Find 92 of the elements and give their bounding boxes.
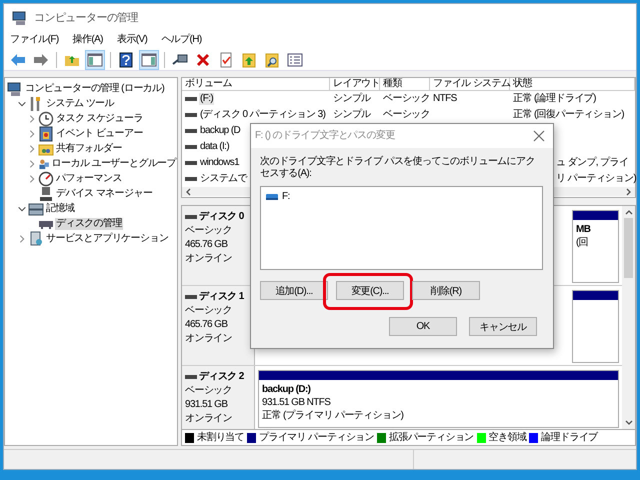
tree-item[interactable]: ローカル ユーザーとグループ	[50, 158, 177, 170]
close-icon[interactable]	[533, 130, 545, 142]
table-cell-text: シンプル	[332, 93, 372, 105]
computer-icon	[7, 80, 23, 96]
disk-type: ベーシック	[185, 305, 234, 317]
event-log-icon	[38, 126, 54, 142]
tree-item[interactable]: 共有フォルダー	[55, 142, 123, 154]
disk-status: オンライン	[185, 333, 234, 345]
scroll-up-icon[interactable]	[624, 209, 632, 216]
partition-text: 931.51 GB NTFS	[262, 397, 332, 409]
volume-icon	[185, 159, 197, 167]
table-cell-text: 正常 (回復パーティション)	[512, 109, 626, 121]
menu-item[interactable]: 操作(A)	[72, 34, 103, 46]
tree-item[interactable]: イベント ビューアー	[55, 128, 144, 140]
path-list[interactable]: F:	[260, 186, 543, 270]
gauge-icon	[38, 170, 54, 186]
menu-item[interactable]: 表示(V)	[116, 34, 148, 46]
partition-text: (回	[576, 237, 590, 249]
scroll-thumb[interactable]	[624, 218, 633, 278]
partition-text: backup (D:)	[262, 384, 312, 396]
column-header[interactable]: 状態	[510, 78, 635, 90]
tree-item[interactable]: デバイス マネージャー	[55, 188, 154, 200]
dialog-button[interactable]: 変更(C)...	[336, 281, 404, 300]
table-cell: ュ ダンプ, プライ	[556, 157, 628, 168]
disk-name: ディスク 2	[199, 371, 244, 383]
tree-item[interactable]: システム ツール	[45, 98, 115, 110]
table-cell[interactable]: (F:)	[199, 93, 214, 105]
clock-icon	[38, 110, 54, 126]
disk-status: オンライン	[185, 253, 234, 265]
table-cell: リ パーティション)	[556, 173, 636, 184]
partition-block[interactable]: MB (回	[572, 210, 619, 283]
list-item[interactable]: F:	[281, 191, 291, 203]
table-cell-text: ベーシック	[382, 109, 430, 121]
legend-label: 未割り当て	[197, 432, 244, 444]
partition-block[interactable]: backup (D:) 931.51 GB NTFS 正常 (プライマリ パーティション)	[258, 370, 619, 428]
menu-item[interactable]: ヘルプ(H)	[161, 34, 202, 46]
column-header[interactable]: レイアウト	[330, 78, 380, 90]
disk-status: オンライン	[185, 413, 234, 425]
column-header[interactable]: 種類	[380, 78, 430, 90]
dialog-button[interactable]: OK	[389, 317, 457, 336]
table-cell-text: シンプル	[332, 109, 372, 121]
prompt-label: 次のドライブ文字とドライブ パスを使ってこのボリュームにアクセスする(A):	[260, 156, 536, 180]
scroll-down-icon[interactable]	[624, 419, 632, 426]
volume-icon	[185, 127, 197, 135]
legend-label: プライマリ パーティション	[259, 432, 374, 444]
dialog-button[interactable]: キャンセル	[469, 317, 537, 336]
column-header[interactable]: ボリューム	[182, 78, 330, 90]
tree-item[interactable]: タスク スケジューラ	[55, 112, 144, 124]
tree-item[interactable]: コンピューターの管理 (ローカル)	[24, 82, 166, 94]
table-cell-text: NTFS	[432, 93, 458, 105]
tree-item[interactable]: 記憶域	[45, 202, 76, 214]
services-icon	[28, 230, 44, 246]
volume-icon	[185, 111, 197, 119]
partition-text: 正常 (プライマリ パーティション)	[262, 410, 404, 422]
table-cell[interactable]: backup (D	[199, 125, 242, 137]
menu-item[interactable]: ファイル(F)	[10, 34, 59, 46]
dialog-button[interactable]: 追加(D)...	[260, 281, 328, 300]
table-cell-text: 正常 (論理ドライブ)	[512, 93, 597, 105]
table-cell[interactable]: システムで	[199, 173, 248, 185]
scroll-left-icon[interactable]	[185, 188, 192, 196]
window-title: コンピューターの管理	[34, 10, 138, 24]
tree-item[interactable]: ディスクの管理	[55, 218, 123, 230]
disk-size: 465.76 GB	[185, 319, 228, 331]
disk-name: ディスク 1	[199, 291, 244, 303]
legend-label: 拡張パーティション	[389, 432, 474, 444]
disk-type: ベーシック	[185, 225, 234, 237]
legend-label: 空き領域	[488, 432, 526, 444]
device-icon	[38, 186, 54, 202]
storage-icon	[28, 200, 44, 216]
table-cell[interactable]: windows1	[199, 157, 240, 169]
scroll-right-icon[interactable]	[625, 188, 632, 196]
volume-icon	[185, 143, 197, 151]
disk-name: ディスク 0	[199, 211, 244, 223]
tree-item[interactable]: サービスとアプリケーション	[45, 232, 170, 244]
table-cell[interactable]: data (I:)	[199, 141, 230, 153]
computer-icon	[12, 10, 28, 26]
table-cell[interactable]: (ディスク 0 パーティション 3)	[199, 109, 326, 121]
disk-size: 465.76 GB	[185, 239, 228, 251]
column-header[interactable]: ファイル システム	[430, 78, 510, 90]
disk-size: 931.51 GB	[185, 399, 228, 411]
volume-icon	[185, 95, 197, 103]
partition-block[interactable]	[572, 290, 619, 363]
disk-type: ベーシック	[185, 385, 234, 397]
tree-item[interactable]: パフォーマンス	[55, 172, 123, 184]
table-cell-text: ベーシック	[382, 93, 430, 105]
dialog-button[interactable]: 削除(R)	[412, 281, 480, 300]
volume-icon	[185, 175, 197, 183]
legend-label: 論理ドライブ	[541, 432, 598, 444]
partition-text: MB	[576, 224, 592, 236]
drive-icon	[266, 193, 278, 201]
scrollbar[interactable]	[622, 206, 635, 429]
dialog-title: F: () のドライブ文字とパスの変更	[255, 130, 395, 142]
